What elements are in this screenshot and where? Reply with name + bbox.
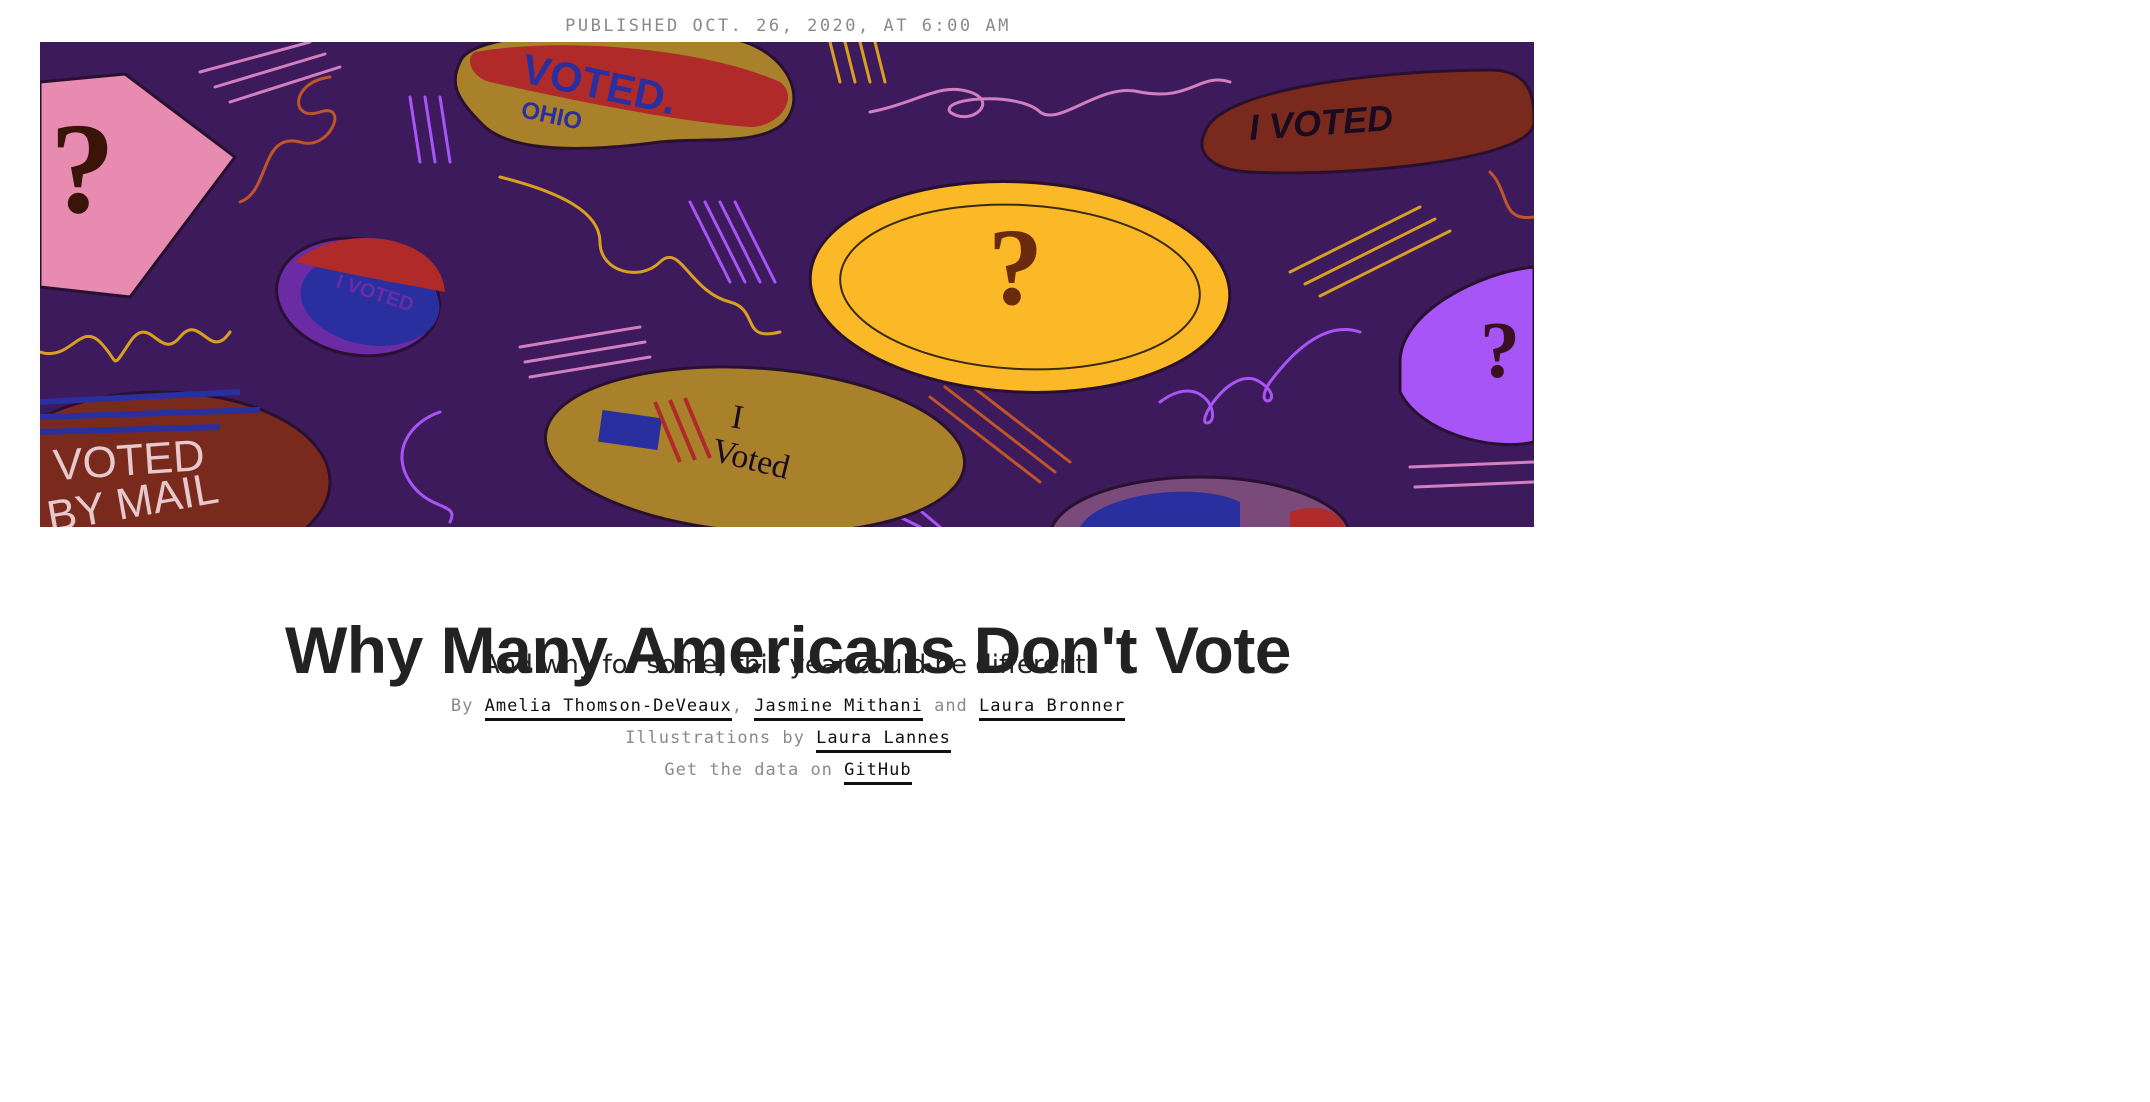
author-link-2[interactable]: Jasmine Mithani [754, 696, 923, 721]
article-subtitle: And why for some, this year could be dif… [482, 650, 1094, 680]
published-date: PUBLISHED OCT. 26, 2020, AT 6:00 AM [565, 16, 1011, 36]
byline-prefix: By [450, 696, 474, 716]
illustration-credit: Illustrations by Laura Lannes [0, 728, 1576, 753]
byline-conjunction: and [934, 696, 968, 716]
hero-illustration: ? VOTED. OHIO I VOTED ? I VOTED ? I Vote… [40, 42, 1534, 527]
sticker-question-yellow: ? [988, 206, 1043, 328]
byline: By Amelia Thomson-DeVeaux, Jasmine Mitha… [0, 696, 1576, 721]
data-source-prefix: Get the data on [664, 760, 833, 780]
data-source: Get the data on GitHub [0, 760, 1576, 785]
github-link[interactable]: GitHub [844, 760, 912, 785]
sticker-question-pink: ? [50, 97, 115, 241]
sticker-question-violet: ? [1480, 307, 1520, 395]
author-link-3[interactable]: Laura Bronner [979, 696, 1126, 721]
byline-separator: , [731, 696, 744, 716]
illustrator-link[interactable]: Laura Lannes [816, 728, 951, 753]
author-link-1[interactable]: Amelia Thomson-DeVeaux [484, 696, 732, 721]
hero-illustration-svg: ? VOTED. OHIO I VOTED ? I VOTED ? I Vote… [40, 42, 1534, 527]
illustration-credit-prefix: Illustrations by [625, 728, 805, 748]
